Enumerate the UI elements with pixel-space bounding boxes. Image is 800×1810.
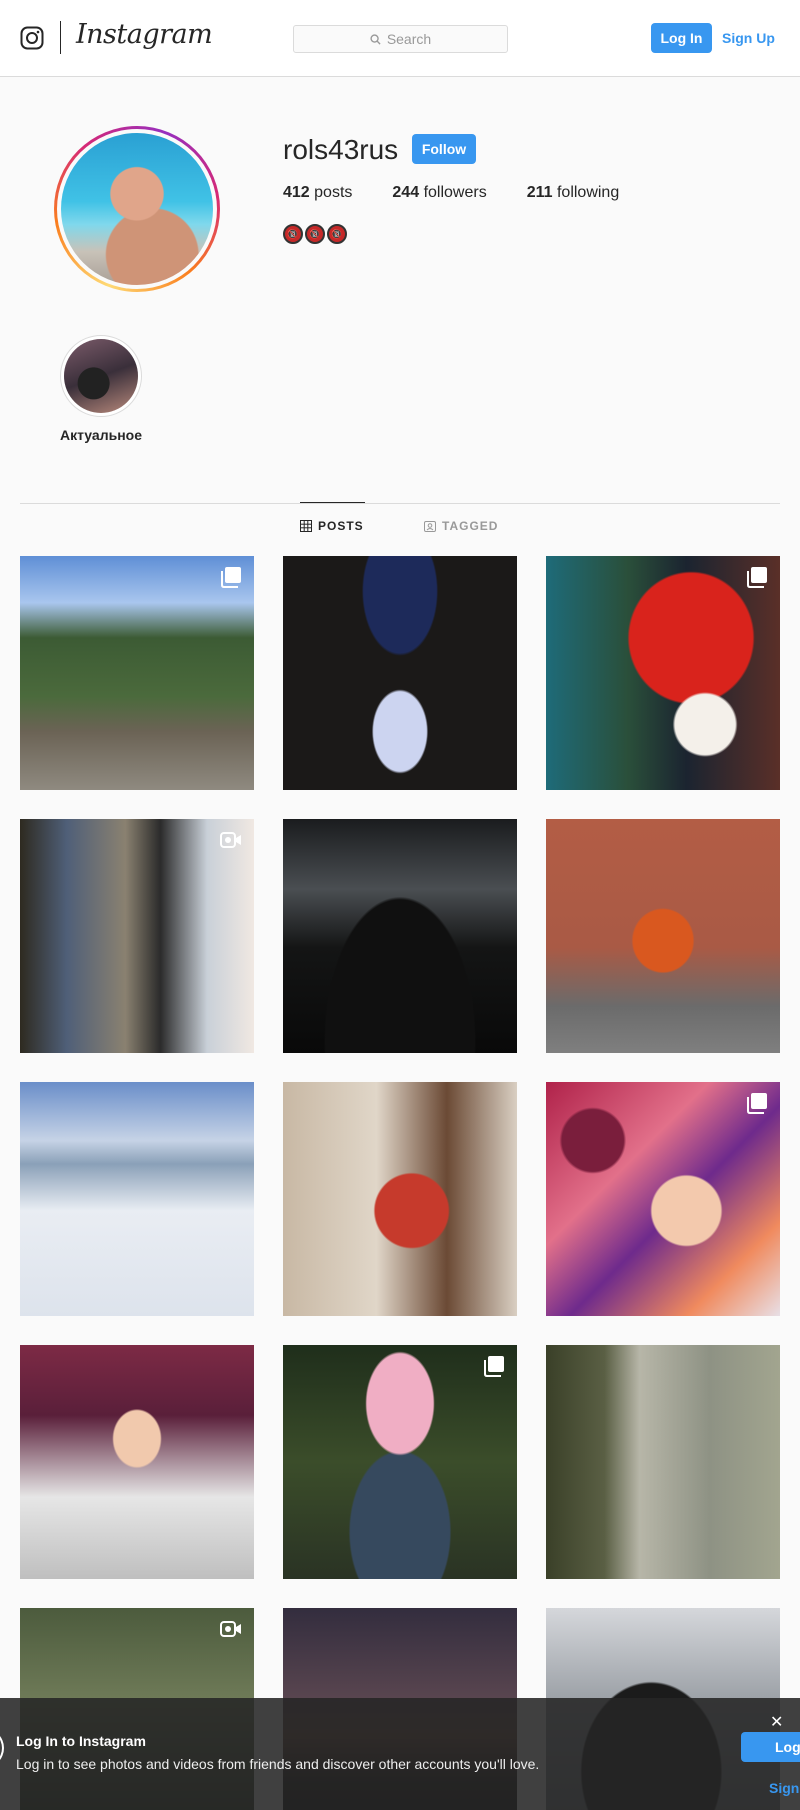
banner-title: Log In to Instagram [16,1733,146,1749]
story-highlight-cover [64,339,138,413]
signup-link[interactable]: Sign Up [722,23,775,53]
followers-stat[interactable]: 244 followers [392,184,486,202]
profile-avatar-story-ring[interactable] [54,126,220,292]
post-tile[interactable] [283,1345,517,1579]
post-tile[interactable] [546,819,780,1053]
adults-only-emoji: 🔞 [283,224,303,244]
story-highlight-label: Актуальное [59,427,142,443]
video-icon [220,1621,241,1637]
login-banner: Log In to Instagram Log in to see photos… [0,1698,800,1810]
grid-icon [300,520,312,532]
carousel-icon [747,1093,767,1114]
instagram-wordmark[interactable]: Instagram [76,19,213,50]
post-tile[interactable] [546,1345,780,1579]
follow-button[interactable]: Follow [412,134,476,164]
active-tab-indicator [300,502,365,503]
logo-divider [60,21,61,54]
tagged-icon [424,521,436,532]
posts-grid [20,556,780,1810]
following-stat[interactable]: 211 following [527,184,620,202]
posts-stat: 412 posts [283,184,353,201]
instagram-glyph-icon [0,1728,4,1768]
post-tile[interactable] [283,556,517,790]
video-icon [220,832,241,848]
profile-stats: 412 posts 244 followers 211 following [283,184,619,202]
search-input[interactable]: Search [293,25,508,53]
post-tile[interactable] [546,1082,780,1316]
carousel-icon [221,567,241,588]
profile-username: rols43rus [283,134,399,165]
banner-signup-link[interactable]: Sign [769,1780,799,1796]
post-tile[interactable] [283,1082,517,1316]
profile-avatar [61,133,213,285]
post-tile[interactable] [546,556,780,790]
instagram-logo-icon[interactable] [20,26,44,50]
login-button[interactable]: Log In [651,23,712,53]
carousel-icon [747,567,767,588]
post-tile[interactable] [20,1082,254,1316]
tab-tagged[interactable]: TAGGED [424,519,498,533]
post-tile[interactable] [20,819,254,1053]
top-navbar: Instagram Search Log In Sign Up [0,0,800,77]
post-tile[interactable] [20,1345,254,1579]
profile-bio: 🔞 🔞 🔞 [283,224,347,244]
post-tile[interactable] [20,556,254,790]
post-tile[interactable] [283,819,517,1053]
tabs-divider [20,503,780,504]
tab-posts[interactable]: POSTS [300,519,364,533]
story-highlight[interactable]: Актуальное [59,335,143,443]
adults-only-emoji: 🔞 [305,224,325,244]
banner-login-button[interactable]: Log [741,1732,800,1762]
banner-description: Log in to see photos and videos from fri… [16,1756,540,1772]
adults-only-emoji: 🔞 [327,224,347,244]
carousel-icon [484,1356,504,1377]
search-icon [370,33,381,45]
search-placeholder: Search [386,31,432,47]
close-icon[interactable]: ✕ [770,1712,783,1732]
